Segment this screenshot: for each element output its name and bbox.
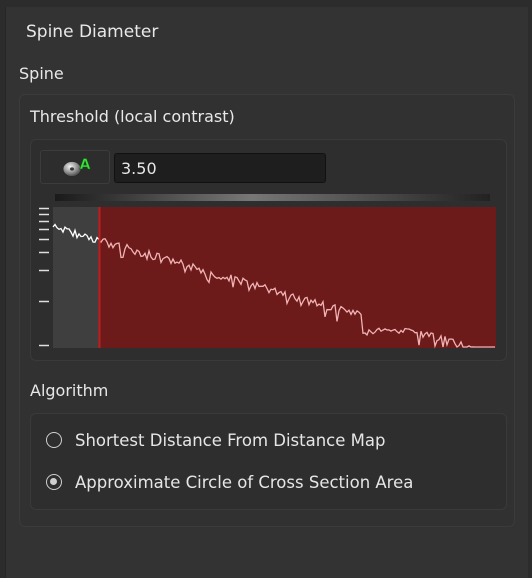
spine-section-label: Spine <box>19 64 64 83</box>
histogram-selected-region <box>99 207 496 348</box>
panel-title: Spine Diameter <box>26 22 159 42</box>
color-range-bar[interactable] <box>55 194 490 201</box>
radio-approximate-circle[interactable]: Approximate Circle of Cross Section Area <box>46 470 413 494</box>
threshold-histogram[interactable] <box>37 204 500 351</box>
algorithm-label: Algorithm <box>30 381 109 400</box>
radio-label: Approximate Circle of Cross Section Area <box>75 472 414 492</box>
radio-button[interactable] <box>46 432 62 448</box>
radio-shortest-distance[interactable]: Shortest Distance From Distance Map <box>46 428 385 452</box>
auto-threshold-icon: A <box>62 157 91 177</box>
radio-label: Shortest Distance From Distance Map <box>75 430 386 450</box>
auto-threshold-button[interactable]: A <box>40 150 110 184</box>
threshold-value-input[interactable] <box>114 153 326 183</box>
axis-ticks <box>39 207 49 347</box>
histogram-unselected-region <box>53 207 100 348</box>
threshold-label: Threshold (local contrast) <box>30 107 235 126</box>
auto-badge: A <box>80 157 91 173</box>
radio-button[interactable] <box>46 474 62 490</box>
